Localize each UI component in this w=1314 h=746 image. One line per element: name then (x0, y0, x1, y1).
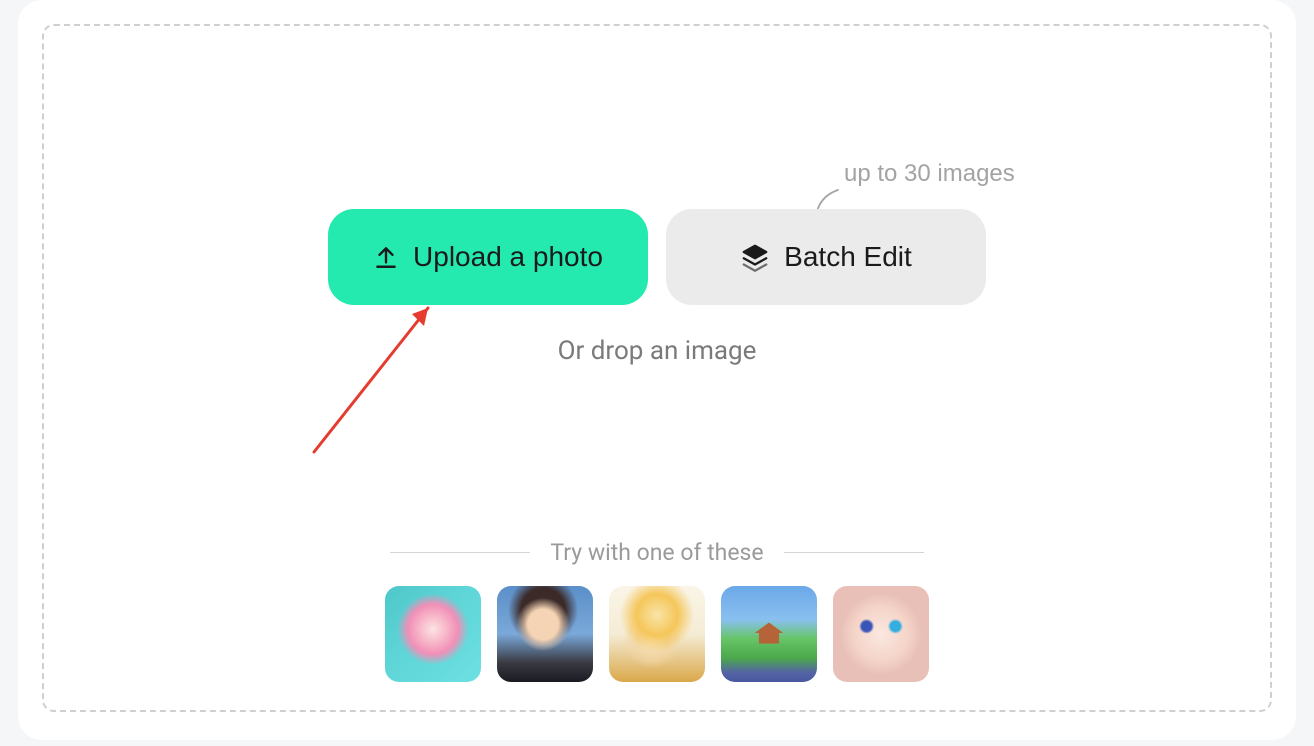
sample-thumbnail-3[interactable] (609, 586, 705, 682)
batch-annotation-text: up to 30 images (844, 160, 1015, 188)
upload-button-label: Upload a photo (413, 241, 603, 273)
samples-section: Try with one of these (385, 539, 929, 682)
upload-photo-button[interactable]: Upload a photo (328, 209, 648, 305)
divider-left (390, 552, 530, 553)
upload-card: up to 30 images Upload a photo Batch Edi… (18, 0, 1296, 740)
drop-hint-text: Or drop an image (558, 336, 757, 366)
batch-edit-button[interactable]: Batch Edit (666, 209, 986, 305)
red-pointer-arrow-icon (296, 284, 456, 464)
dropzone[interactable]: up to 30 images Upload a photo Batch Edi… (42, 24, 1272, 712)
sample-thumbnail-1[interactable] (385, 586, 481, 682)
samples-header: Try with one of these (390, 539, 923, 566)
sample-thumbnail-5[interactable] (833, 586, 929, 682)
samples-header-text: Try with one of these (550, 539, 763, 566)
batch-button-label: Batch Edit (784, 241, 912, 273)
sample-thumbnail-2[interactable] (497, 586, 593, 682)
divider-right (784, 552, 924, 553)
samples-row (385, 586, 929, 682)
buttons-row: Upload a photo Batch Edit (328, 209, 986, 305)
batch-annotation: up to 30 images (836, 160, 1015, 188)
layers-icon (740, 242, 770, 272)
sample-thumbnail-4[interactable] (721, 586, 817, 682)
upload-icon (373, 244, 399, 270)
